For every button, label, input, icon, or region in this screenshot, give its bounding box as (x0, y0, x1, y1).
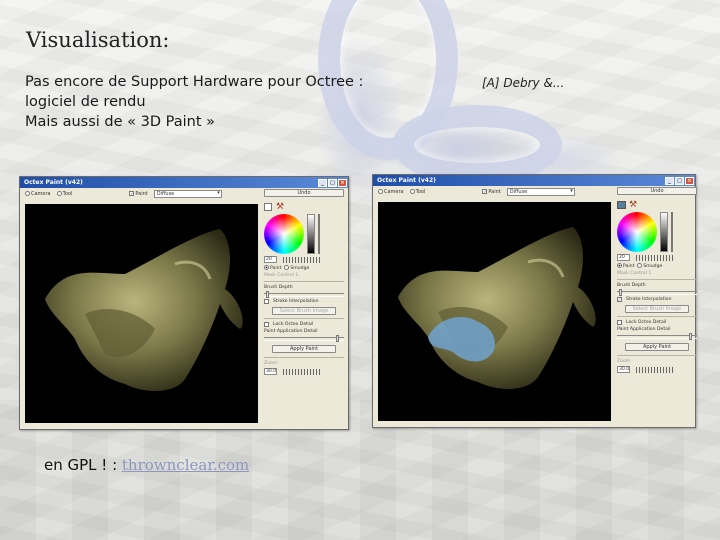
brightness-bar[interactable] (307, 214, 315, 254)
zoom-field[interactable]: 30.0 (264, 368, 277, 375)
model-render (45, 229, 243, 391)
color-wheel[interactable] (264, 214, 304, 254)
footer-line: en GPL ! : thrownclear.com (44, 456, 249, 474)
paint-mode-radio[interactable]: Paint (617, 263, 634, 269)
lock-detail-label: Lock Octex Detail (273, 322, 314, 327)
paint-checkbox[interactable]: ✓ Paint (129, 190, 148, 197)
apply-paint-button[interactable]: Apply Paint (625, 343, 689, 351)
app-detail-label: Paint Application Detail (617, 327, 671, 332)
window-title: Octex Paint (v42) (24, 179, 83, 186)
brush-icon[interactable]: ⚒ (276, 202, 284, 212)
paint-control-panel: Undo ⚒ 20 Paint Smudge Mask Control 1 Br… (264, 189, 344, 429)
window-titlebar: Octex Paint (v42) _ □ × (20, 177, 348, 188)
stroke-interp-label: Stroke Interpolation (626, 297, 672, 302)
body-line: logiciel de rendu (25, 94, 146, 110)
brightness-slider-handle[interactable] (671, 212, 673, 252)
select-brush-button[interactable]: Select Brush Image (272, 307, 336, 315)
mask-label: Mask Control 1 (264, 273, 299, 278)
zoom-label: Zoom (264, 361, 278, 366)
footer-prefix: en GPL ! : (44, 456, 122, 474)
brush-icon[interactable]: ⚒ (629, 200, 637, 210)
zoom-slider[interactable] (636, 366, 674, 373)
window-titlebar: Octex Paint (v42) _ □ × (373, 175, 695, 186)
body-line: Mais aussi de « 3D Paint » (25, 114, 215, 130)
undo-button[interactable]: Undo (264, 189, 344, 197)
paint-mode-select[interactable]: Diffuse (153, 189, 222, 198)
paint-checkbox[interactable]: ✓ Paint (482, 188, 501, 195)
maximize-button[interactable]: □ (675, 176, 684, 185)
paint-control-panel: Undo ⚒ 20 Paint Smudge Mask Control 1 Br… (617, 187, 697, 427)
model-render (398, 227, 596, 389)
lock-detail-label: Lock Octex Detail (626, 320, 667, 325)
window-title: Octex Paint (v42) (377, 177, 436, 184)
citation: [A] Debry &... (482, 76, 565, 90)
brightness-bar[interactable] (660, 212, 668, 252)
stroke-interp-checkbox[interactable]: ✓ (617, 297, 622, 302)
color-swatch[interactable] (617, 201, 626, 209)
minimize-button[interactable]: _ (318, 178, 327, 187)
undo-button[interactable]: Undo (617, 187, 697, 195)
minimize-button[interactable]: _ (665, 176, 674, 185)
brush-depth-label: Brush Depth (617, 283, 646, 288)
octex-paint-window-right: Octex Paint (v42) _ □ × Camera Tool ✓ Pai… (372, 174, 697, 428)
brush-size-slider[interactable] (283, 256, 321, 263)
app-detail-slider[interactable] (617, 333, 697, 340)
brush-size-field[interactable]: 20 (264, 256, 277, 263)
smudge-mode-radio[interactable]: Smudge (637, 263, 662, 269)
slide-body: Pas encore de Support Hardware pour Octr… (25, 72, 363, 132)
close-button[interactable]: × (685, 176, 694, 185)
slide-title: Visualisation: (26, 28, 170, 52)
tool-radio[interactable]: Tool (409, 188, 425, 195)
paint-mode-radio[interactable]: Paint (264, 265, 281, 271)
brush-depth-slider[interactable] (264, 291, 344, 298)
brush-size-field[interactable]: 20 (617, 254, 630, 261)
background-ring-decoration (392, 105, 562, 185)
brush-size-slider[interactable] (636, 254, 674, 261)
thrownclear-link[interactable]: thrownclear.com (122, 456, 249, 474)
app-detail-label: Paint Application Detail (264, 329, 318, 334)
camera-radio[interactable]: Camera (378, 188, 404, 195)
3d-viewport[interactable] (378, 202, 611, 421)
brightness-slider-handle[interactable] (318, 214, 320, 254)
octex-paint-window-left: Octex Paint (v42) _ □ × Camera Tool ✓ Pai… (19, 176, 349, 430)
camera-radio[interactable]: Camera (25, 190, 51, 197)
select-brush-button[interactable]: Select Brush Image (625, 305, 689, 313)
close-button[interactable]: × (338, 178, 347, 187)
zoom-label: Zoom (617, 359, 631, 364)
swatch-checkbox[interactable] (264, 203, 272, 211)
color-wheel[interactable] (617, 212, 657, 252)
brush-depth-slider[interactable] (617, 289, 697, 296)
tool-radio[interactable]: Tool (56, 190, 72, 197)
lock-detail-checkbox[interactable] (617, 320, 622, 325)
zoom-field[interactable]: 30.0 (617, 366, 630, 373)
body-line: Pas encore de Support Hardware pour Octr… (25, 74, 364, 90)
apply-paint-button[interactable]: Apply Paint (272, 345, 336, 353)
smudge-mode-radio[interactable]: Smudge (284, 265, 309, 271)
paint-mode-select[interactable]: Diffuse (506, 187, 575, 196)
stroke-interp-checkbox[interactable] (264, 299, 269, 304)
zoom-slider[interactable] (283, 368, 321, 375)
app-detail-slider[interactable] (264, 335, 344, 342)
3d-viewport[interactable] (25, 204, 258, 423)
stroke-interp-label: Stroke Interpolation (273, 299, 319, 304)
brush-depth-label: Brush Depth (264, 285, 293, 290)
maximize-button[interactable]: □ (328, 178, 337, 187)
mask-label: Mask Control 1 (617, 271, 652, 276)
lock-detail-checkbox[interactable] (264, 322, 269, 327)
